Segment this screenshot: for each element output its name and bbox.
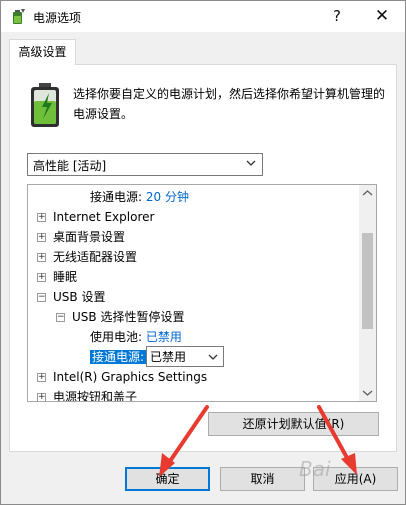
plugged-in-select[interactable]: 已禁用 <box>146 346 224 367</box>
apply-button[interactable]: 应用(A) <box>313 467 398 491</box>
plugged-in-selected-label: 接通电源: <box>90 350 147 364</box>
tree-item-usb-settings[interactable]: USB 设置 <box>53 287 105 307</box>
on-battery-value-link[interactable]: 已禁用 <box>146 330 182 344</box>
settings-tree[interactable]: 接通电源: 20 分钟 + Internet Explorer + 桌面背景设置… <box>27 184 377 402</box>
plugged-in-value-link[interactable]: 20 分钟 <box>146 190 189 204</box>
scrollbar-thumb[interactable] <box>362 233 373 329</box>
collapse-icon[interactable]: − <box>37 293 46 302</box>
on-battery-label: 使用电池: <box>90 330 143 344</box>
tree-item-power-buttons-lid[interactable]: 电源按钮和盖子 <box>53 387 137 401</box>
tree-item-usb-selective-suspend[interactable]: USB 选择性暂停设置 <box>72 307 184 327</box>
ok-button[interactable]: 确定 <box>125 467 210 491</box>
close-button[interactable]: ✕ <box>359 1 405 32</box>
tree-row-on-battery[interactable]: 使用电池: 已禁用 <box>90 327 182 347</box>
restore-defaults-button[interactable]: 还原计划默认值(R) <box>208 412 379 436</box>
expand-icon[interactable]: + <box>37 213 46 222</box>
chevron-down-icon <box>246 160 256 166</box>
plugged-in-label: 接通电源: <box>90 190 143 204</box>
tree-scrollbar[interactable] <box>359 185 376 401</box>
tree-content: 接通电源: 20 分钟 + Internet Explorer + 桌面背景设置… <box>28 185 360 401</box>
power-plan-select[interactable]: 高性能 [活动] <box>27 153 263 176</box>
description-text: 选择你要自定义的电源计划，然后选择你希望计算机管理的电源设置。 <box>73 87 386 121</box>
power-options-icon <box>13 9 25 24</box>
help-button[interactable]: ? <box>314 1 360 32</box>
power-plan-value: 高性能 [活动] <box>33 159 107 173</box>
tree-item-intel-graphics[interactable]: Intel(R) Graphics Settings <box>53 367 207 387</box>
tree-row-plugged-in-top[interactable]: 接通电源: 20 分钟 <box>90 187 189 207</box>
tree-item-sleep[interactable]: 睡眠 <box>53 267 77 287</box>
tab-advanced-settings[interactable]: 高级设置 <box>9 39 76 65</box>
chevron-down-icon <box>208 354 218 360</box>
battery-icon <box>31 83 59 127</box>
tree-item-wireless-adapter[interactable]: 无线适配器设置 <box>53 247 137 267</box>
cancel-button[interactable]: 取消 <box>220 467 305 491</box>
expand-icon[interactable]: + <box>37 373 46 382</box>
plugged-in-select-value: 已禁用 <box>150 350 187 364</box>
tree-item-desktop-background[interactable]: 桌面背景设置 <box>53 227 125 247</box>
scroll-up-icon[interactable] <box>359 185 376 202</box>
expand-icon[interactable]: + <box>37 233 46 242</box>
expand-icon[interactable]: + <box>37 393 46 401</box>
title-bar: 电源选项 ? ✕ <box>1 1 405 32</box>
expand-icon[interactable]: + <box>37 253 46 262</box>
tree-row-plugged-in-selected[interactable]: 接通电源: <box>90 347 147 367</box>
power-options-window: 电源选项 ? ✕ 高级设置 选择你要自定义的电源计划，然后选择你希望计算机管理的… <box>0 0 406 505</box>
window-title: 电源选项 <box>33 11 82 25</box>
tree-item-internet-explorer[interactable]: Internet Explorer <box>53 207 154 227</box>
scroll-down-icon[interactable] <box>359 384 376 401</box>
collapse-icon[interactable]: − <box>56 313 65 322</box>
expand-icon[interactable]: + <box>37 273 46 282</box>
